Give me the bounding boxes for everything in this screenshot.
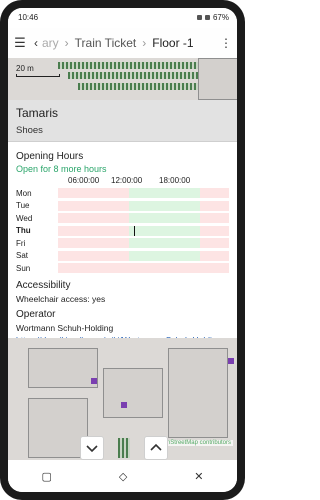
wheelchair-access: Wheelchair access: yes [16,293,106,304]
hours-bar [58,238,229,249]
day-label: Tue [16,201,30,211]
opening-hours-title: Opening Hours [16,151,84,162]
square-icon[interactable]: ▢ [41,470,51,483]
operator-title: Operator [16,308,56,320]
place-header: Tamaris Shoes [8,100,237,142]
open-status: Open for 8 more hours [16,164,107,174]
hours-bar [58,250,229,261]
breadcrumb-separator-icon: › [142,36,147,50]
hours-row: Wed [16,212,229,225]
map-view[interactable]: 20 m [8,58,237,100]
day-label: Thu [16,226,31,236]
open-interval [129,213,201,224]
day-label: Fri [16,238,26,248]
day-label: Sun [16,263,31,273]
chevron-left-icon[interactable]: ‹ [30,36,42,50]
time-label: 18:00:00 [159,176,191,185]
status-icons: 67% [196,13,229,22]
hours-bar [58,213,229,224]
open-interval [129,225,201,236]
map-poi-icon[interactable] [91,378,97,384]
map-poi-icon[interactable] [228,358,234,364]
map-track [68,72,198,79]
day-label: Sat [16,251,29,261]
map-track [118,438,130,458]
hours-row: Sat [16,250,229,263]
hours-row: Fri [16,237,229,250]
breadcrumb-item-library[interactable]: ary [42,36,59,50]
hours-bar [58,225,229,236]
home-icon[interactable]: ◇ [119,470,127,483]
open-interval [129,238,201,249]
hours-rows: Mon Tue Wed Thu Fri Sat Sun [16,187,229,275]
breadcrumb: ary › Train Ticket › Floor -1 [42,36,219,50]
hours-bar [58,188,229,199]
map-building [198,58,237,100]
signal-icon [196,15,202,20]
accessibility-title: Accessibility [16,279,71,291]
open-interval [129,188,201,199]
day-label: Mon [16,188,32,198]
map-track [58,62,198,69]
hours-row: Thu [16,225,229,238]
phone-frame: 10:46 67% 20 m ☰ ‹ ary › Train Ticket › … [0,0,245,500]
battery-level: 67% [212,13,229,22]
floor-up-button[interactable] [144,436,168,460]
open-interval [129,200,201,211]
open-interval [129,250,201,261]
system-nav-bar: ▢ ◇ ✕ [8,460,237,492]
hours-row: Tue [16,200,229,213]
breadcrumb-item-train-ticket[interactable]: Train Ticket [75,36,137,50]
map-building [103,368,163,418]
map-attribution[interactable]: enStreetMap contributors [161,440,233,446]
opening-hours-chart: 06:00:00 12:00:00 18:00:00 Mon Tue Wed Thu F… [16,176,229,275]
day-label: Wed [16,213,33,223]
hamburger-icon[interactable]: ☰ [10,35,30,51]
operator-name: Wortmann Schuh-Holding [16,322,114,333]
status-bar: 10:46 67% [8,8,237,28]
app-bar: ☰ ‹ ary › Train Ticket › Floor -1 ⋮ [8,28,237,58]
hours-row: Sun [16,262,229,275]
time-label: 12:00:00 [111,176,143,185]
hours-time-axis: 06:00:00 12:00:00 18:00:00 [16,176,229,187]
floor-down-button[interactable] [80,436,104,460]
chevron-up-icon [150,443,162,451]
map-building [28,348,98,388]
map-scale-bar [16,74,60,77]
breadcrumb-item-floor[interactable]: Floor -1 [152,36,193,50]
map-poi-icon[interactable] [121,402,127,408]
status-time: 10:46 [18,13,39,22]
map-building [168,348,228,438]
map-building [28,398,88,458]
time-label: 06:00:00 [68,176,100,185]
map-track [78,83,198,90]
breadcrumb-separator-icon: › [64,36,69,50]
current-time-marker [133,225,135,236]
screen: 10:46 67% 20 m ☰ ‹ ary › Train Ticket › … [8,8,237,492]
place-content: Opening Hours Open for 8 more hours 06:0… [8,142,237,349]
kebab-icon[interactable]: ⋮ [219,36,233,50]
chevron-down-icon [86,445,98,453]
hours-bar [58,200,229,211]
hours-bar [58,263,229,274]
place-category: Shoes [16,125,43,136]
close-icon[interactable]: ✕ [194,470,203,483]
wifi-icon [204,15,210,20]
place-details-sheet: Tamaris Shoes Opening Hours Open for 8 m… [8,100,237,345]
place-name: Tamaris [16,106,59,120]
hours-row: Mon [16,187,229,200]
map-scale-label: 20 m [16,64,34,73]
